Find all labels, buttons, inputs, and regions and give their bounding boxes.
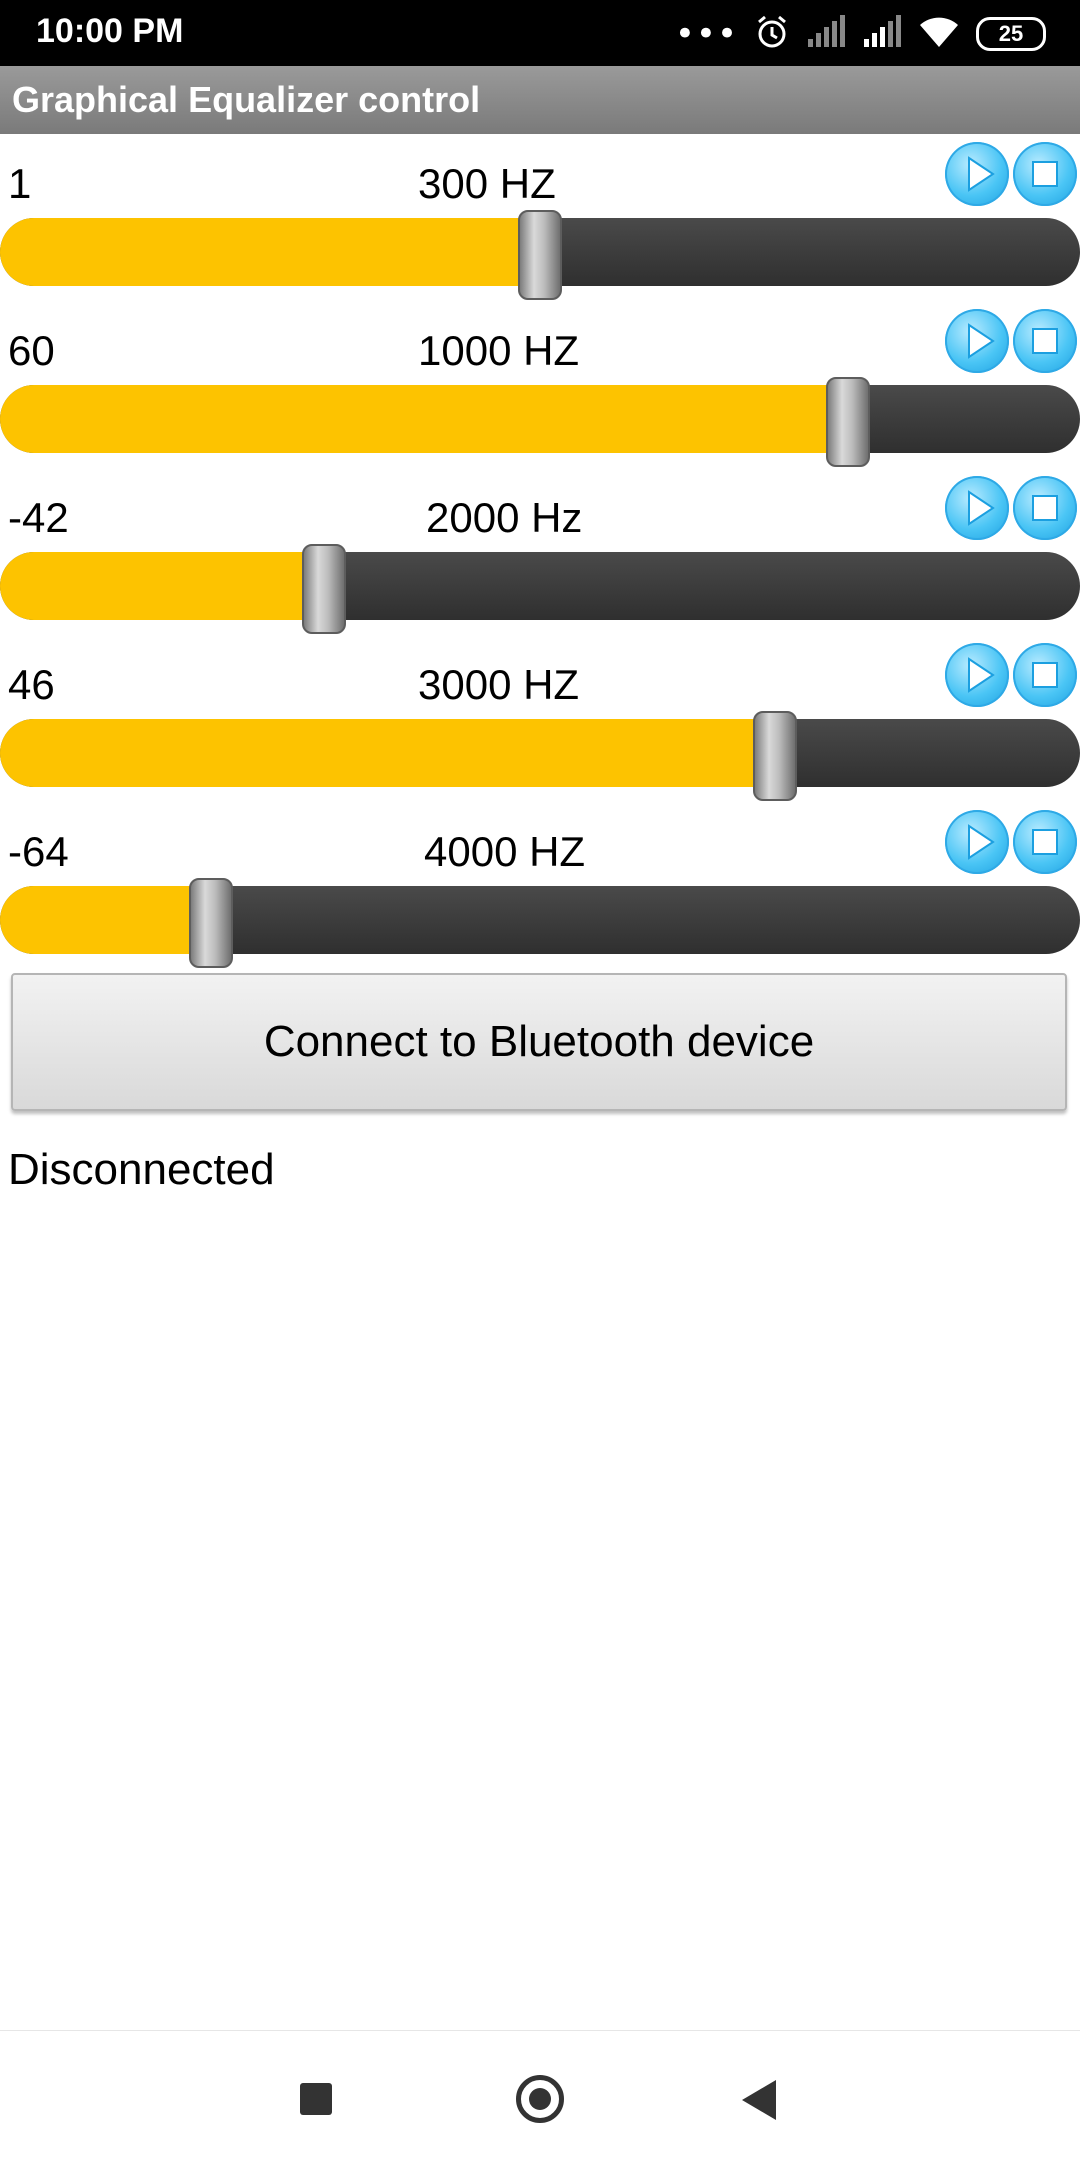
slider-thumb[interactable] [189,878,233,968]
app-title: Graphical Equalizer control [12,79,481,120]
stop-button[interactable] [1013,810,1077,874]
stop-icon [1032,328,1058,354]
recents-icon[interactable] [300,2083,332,2115]
signal-icon [862,15,902,53]
band-frequency: 3000 HZ [418,661,580,708]
slider-fill [0,385,848,453]
signal-icon [806,15,846,53]
slider-fill [0,719,776,787]
alarm-icon [754,14,790,54]
navigation-bar [0,2030,1080,2161]
play-button[interactable] [945,142,1009,206]
play-button[interactable] [945,476,1009,540]
band-value: -42 [8,494,69,541]
band-frequency: 2000 Hz [426,494,583,541]
play-button[interactable] [945,643,1009,707]
band-slider[interactable] [0,385,1080,453]
stop-icon [1032,662,1058,688]
stop-button[interactable] [1013,142,1077,206]
band-frequency: 300 HZ [418,160,556,207]
stop-button[interactable] [1013,309,1077,373]
slider-fill [0,552,324,620]
connection-status: Disconnected [8,1145,275,1194]
slider-thumb[interactable] [753,711,797,801]
band-frequency: 4000 HZ [424,828,586,875]
eq-band-4000hz: -64 4000 HZ [0,806,1080,973]
band-value: 1 [8,160,32,207]
eq-band-1000hz: 60 1000 HZ [0,305,1080,472]
band-slider[interactable] [0,719,1080,787]
play-icon [968,824,995,860]
slider-thumb[interactable] [302,544,346,634]
stop-icon [1032,495,1058,521]
status-bar: 10:00 PM ••• 25 [0,0,1080,66]
play-icon [968,490,995,526]
app-title-bar: Graphical Equalizer control [0,66,1080,134]
play-icon [968,323,995,359]
status-icons: ••• 25 [675,14,1046,54]
stop-icon [1032,161,1058,187]
status-time: 10:00 PM [36,12,184,50]
slider-thumb[interactable] [518,210,562,300]
band-slider[interactable] [0,886,1080,954]
home-icon[interactable] [516,2075,564,2123]
wifi-icon [918,15,960,53]
eq-band-3000hz: 46 3000 HZ [0,639,1080,806]
band-value: -64 [8,828,69,875]
eq-band-2000hz: -42 2000 Hz [0,472,1080,639]
play-icon [968,657,995,693]
play-button[interactable] [945,810,1009,874]
stop-icon [1032,829,1058,855]
stop-button[interactable] [1013,643,1077,707]
slider-fill [0,886,211,954]
play-button[interactable] [945,309,1009,373]
eq-band-300hz: 1 300 HZ [0,138,1080,305]
connect-bluetooth-button[interactable]: Connect to Bluetooth device [11,973,1067,1111]
band-value: 46 [8,661,55,708]
band-value: 60 [8,327,55,374]
back-icon[interactable] [742,2080,776,2120]
slider-thumb[interactable] [826,377,870,467]
battery-icon: 25 [976,17,1046,51]
stop-button[interactable] [1013,476,1077,540]
band-slider[interactable] [0,552,1080,620]
slider-fill [0,218,540,286]
more-notifications-icon: ••• [674,14,738,54]
play-icon [968,156,995,192]
band-frequency: 1000 HZ [418,327,580,374]
